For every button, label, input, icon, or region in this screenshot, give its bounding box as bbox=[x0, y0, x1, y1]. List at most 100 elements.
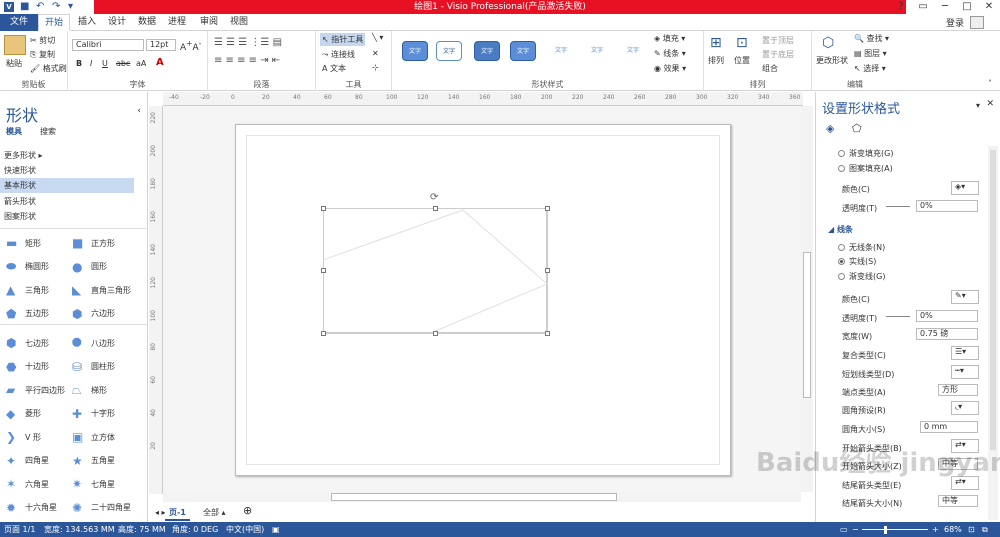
style-tile-2[interactable]: 文字 bbox=[436, 41, 462, 61]
solid-line-option[interactable]: 实线(S) bbox=[838, 256, 876, 267]
shape-star5[interactable]: ★ 五角星 bbox=[72, 454, 115, 468]
fill-button[interactable]: ◈ 填充 ▾ bbox=[654, 33, 685, 44]
collapse-ribbon-icon[interactable]: ˄ bbox=[988, 79, 992, 88]
maximize-icon[interactable]: □ bbox=[956, 0, 978, 14]
strikethrough-button[interactable]: abc bbox=[116, 59, 130, 68]
tab-home[interactable]: 开始 bbox=[38, 14, 71, 31]
resize-handle-r[interactable] bbox=[545, 268, 550, 273]
shape-cross[interactable]: ✚ 十字形 bbox=[72, 407, 115, 421]
shape-chevron[interactable]: ❯ V 形 bbox=[6, 430, 41, 444]
shape-cylinder[interactable]: ⛁ 圆柱形 bbox=[72, 360, 115, 374]
gradient-line-option[interactable]: 渐变线(G) bbox=[838, 271, 885, 282]
line-transparency-input[interactable]: 0% bbox=[916, 310, 978, 322]
shape-right-triangle[interactable]: ◣ 直角三角形 bbox=[72, 283, 131, 297]
fill-transparency-input[interactable]: 0% bbox=[916, 200, 978, 212]
shape-star16[interactable]: ✹ 十六角星 bbox=[6, 501, 57, 515]
shape-star7[interactable]: ✷ 七角星 bbox=[72, 477, 115, 491]
dash-type-select[interactable]: ┅▾ bbox=[951, 365, 979, 379]
tab-insert[interactable]: 插入 bbox=[72, 14, 102, 31]
shape-rect[interactable]: ▬ 矩形 bbox=[6, 236, 41, 250]
resize-handle-tr[interactable] bbox=[545, 206, 550, 211]
change-shape-button[interactable]: 更改形状 bbox=[816, 55, 848, 66]
tab-process[interactable]: 进程 bbox=[162, 14, 192, 31]
line-tool-icon[interactable]: ╲ ▾ bbox=[372, 33, 383, 42]
prev-page-icon[interactable]: ◂ ▸ bbox=[155, 508, 166, 517]
line-button[interactable]: ✎ 线条 ▾ bbox=[654, 48, 686, 59]
status-page[interactable]: 页面 1/1 bbox=[4, 522, 35, 537]
position-icon[interactable]: ⊡ bbox=[736, 35, 748, 51]
shape-octagon[interactable]: ⯃ 八边形 bbox=[72, 336, 115, 350]
shape-parallelogram[interactable]: ▰ 平行四边形 bbox=[6, 383, 65, 397]
align-left-icon[interactable]: ≡ ≡ ≡ ≡ ⇥ ⇤ bbox=[214, 55, 280, 66]
style-tile-4[interactable]: 文字 bbox=[510, 41, 536, 61]
style-tile-1[interactable]: 文字 bbox=[402, 41, 428, 61]
horizontal-scrollbar[interactable] bbox=[163, 492, 801, 502]
corner-size-input[interactable]: 0 mm bbox=[920, 421, 978, 433]
tab-file[interactable]: 文件 bbox=[0, 14, 38, 31]
send-back-button[interactable]: 置于底层 bbox=[762, 49, 794, 60]
stencil-quick[interactable]: 快速形状 bbox=[4, 165, 36, 176]
change-shape-icon[interactable]: ⬡ bbox=[822, 35, 834, 51]
shape-decagon[interactable]: ⬣ 十边形 bbox=[6, 360, 49, 374]
resize-handle-t[interactable] bbox=[433, 206, 438, 211]
shape-trapezoid[interactable]: ⏢ 梯形 bbox=[72, 383, 107, 397]
shape-diamond[interactable]: ◆ 菱形 bbox=[6, 407, 41, 421]
zoom-thumb[interactable] bbox=[884, 526, 887, 534]
help-button[interactable]: ? bbox=[890, 0, 912, 14]
effects-tab-icon[interactable]: ⬠ bbox=[852, 122, 862, 135]
connection-point-icon[interactable]: ⊹ bbox=[372, 63, 379, 72]
shape-triangle[interactable]: ▲ 三角形 bbox=[6, 283, 49, 297]
tab-view[interactable]: 视图 bbox=[224, 14, 254, 31]
cap-type-select[interactable]: 方形 bbox=[938, 384, 978, 396]
change-case-button[interactable]: aA bbox=[136, 59, 146, 68]
shape-circle[interactable]: ● 圆形 bbox=[72, 260, 107, 274]
close-icon[interactable]: ✕ bbox=[978, 0, 1000, 14]
font-size-select[interactable]: 12pt bbox=[146, 39, 176, 51]
effects-button[interactable]: ◉ 效果 ▾ bbox=[654, 63, 686, 74]
shape-heptagon[interactable]: ⬢ 七边形 bbox=[6, 336, 49, 350]
layers-button[interactable]: ▤ 图层 ▾ bbox=[854, 48, 887, 59]
zoom-in-icon[interactable]: + bbox=[932, 522, 939, 537]
redo-icon[interactable]: ↷ bbox=[52, 2, 62, 12]
format-painter-button[interactable]: 🖌 格式刷 bbox=[30, 63, 67, 74]
login-link[interactable]: 登录 bbox=[946, 16, 964, 29]
paste-button[interactable]: 粘贴 bbox=[6, 58, 22, 69]
select-button[interactable]: ↖ 选择 ▾ bbox=[854, 63, 886, 74]
tab-review[interactable]: 审阅 bbox=[194, 14, 224, 31]
group-button[interactable]: 组合 bbox=[762, 63, 778, 74]
paste-icon[interactable] bbox=[4, 35, 26, 55]
copy-button[interactable]: ⎘ 复制 bbox=[30, 49, 55, 60]
tab-stencils[interactable]: 模具 bbox=[6, 126, 22, 137]
scroll-thumb[interactable] bbox=[803, 252, 811, 398]
tab-search[interactable]: 搜索 bbox=[40, 126, 56, 137]
panel-menu-icon[interactable]: ▾ bbox=[976, 101, 980, 110]
bold-button[interactable]: B bbox=[76, 59, 82, 68]
underline-button[interactable]: U bbox=[102, 59, 108, 68]
grow-font-icon[interactable]: A+A- bbox=[180, 39, 201, 53]
resize-handle-l[interactable] bbox=[321, 268, 326, 273]
shape-star24[interactable]: ✺ 二十四角星 bbox=[72, 501, 131, 515]
shape-cube[interactable]: ▣ 立方体 bbox=[72, 430, 115, 444]
stencil-arrow[interactable]: 箭头形状 bbox=[4, 196, 36, 207]
tab-design[interactable]: 设计 bbox=[102, 14, 132, 31]
style-tile-6[interactable]: 文字 bbox=[584, 41, 610, 61]
arrow-end-size-select[interactable]: 中等 bbox=[938, 495, 978, 507]
close-panel-icon[interactable]: ✕ bbox=[986, 99, 994, 109]
no-line-option[interactable]: 无线条(N) bbox=[838, 242, 885, 253]
customize-qat-icon[interactable]: ▾ bbox=[68, 2, 78, 12]
switch-windows-icon[interactable]: ⧉ bbox=[982, 522, 988, 537]
style-tile-3[interactable]: 文字 bbox=[474, 41, 500, 61]
fill-color-picker[interactable]: ◈▾ bbox=[951, 181, 979, 195]
collapse-panel-icon[interactable]: ‹ bbox=[137, 106, 141, 116]
add-page-button[interactable]: ⊕ bbox=[243, 504, 252, 517]
resize-handle-br[interactable] bbox=[545, 331, 550, 336]
line-section-header[interactable]: ◢ 线条 bbox=[828, 224, 853, 235]
cut-button[interactable]: ✂ 剪切 bbox=[30, 35, 55, 46]
shape-hexagon[interactable]: ⬢ 六边形 bbox=[72, 307, 115, 321]
font-family-select[interactable]: Calibri bbox=[72, 39, 144, 51]
pointer-tool-button[interactable]: ↖ 指针工具 bbox=[320, 33, 366, 46]
resize-handle-b[interactable] bbox=[433, 331, 438, 336]
zoom-level[interactable]: 68% bbox=[944, 522, 962, 537]
zoom-slider[interactable] bbox=[862, 529, 928, 530]
fill-transparency-slider[interactable] bbox=[886, 206, 910, 207]
